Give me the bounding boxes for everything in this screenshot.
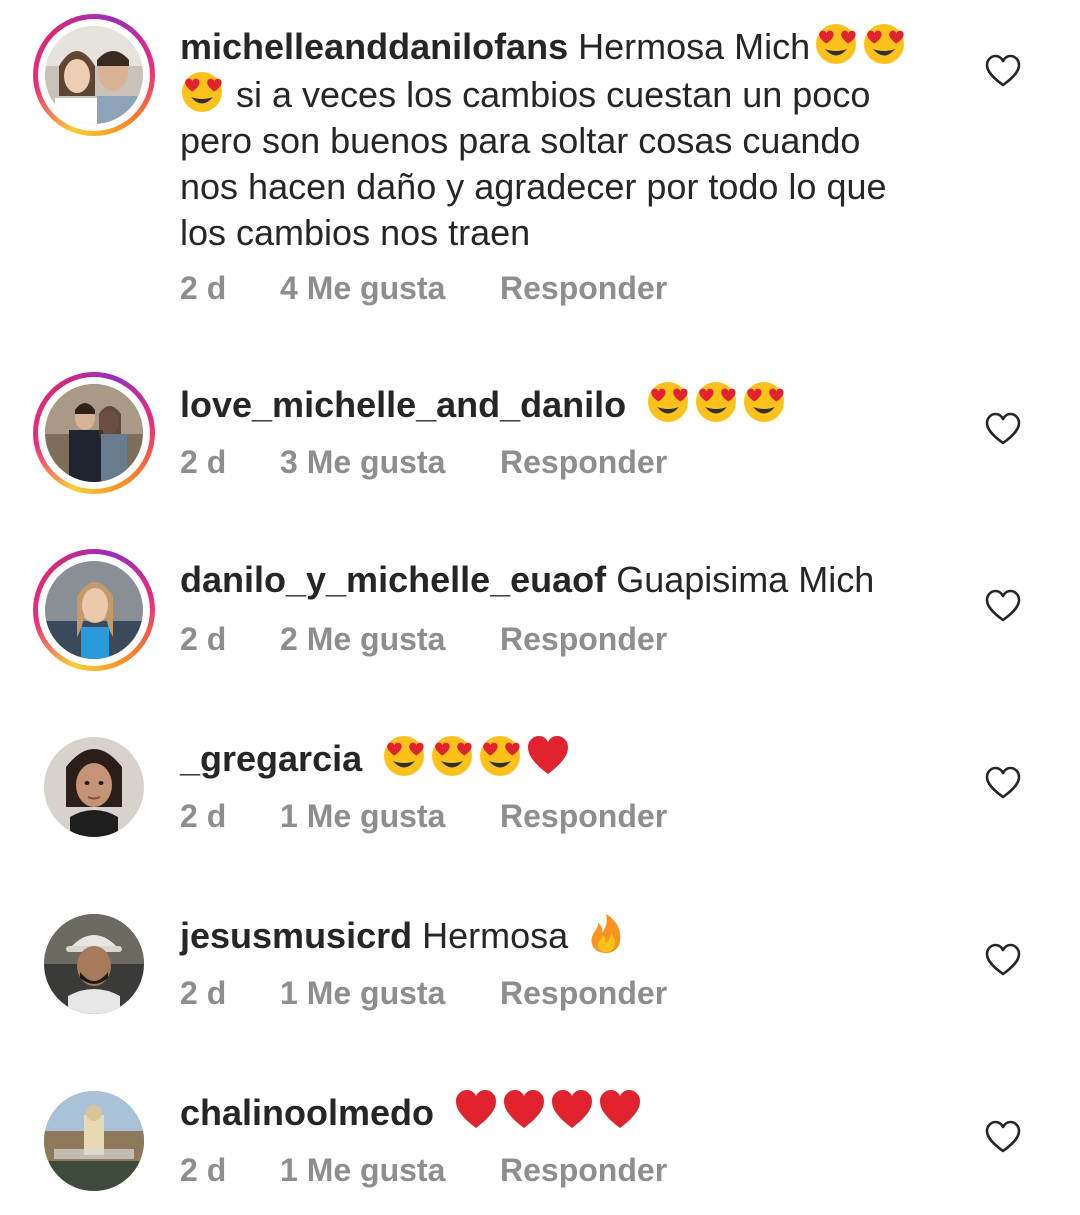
avatar-wrapper[interactable] [33, 726, 155, 848]
comment-likes-count[interactable]: 1 Me gusta [280, 798, 445, 835]
comment-username[interactable]: chalinoolmedo [180, 1092, 434, 1133]
reply-button[interactable]: Responder [500, 621, 667, 658]
avatar[interactable] [45, 384, 143, 482]
avatar[interactable] [44, 1091, 144, 1191]
comment-body-line: si a veces los cambios cuestan un poco [236, 74, 871, 115]
red-heart-emoji [598, 1088, 642, 1132]
avatar-story-ring[interactable] [33, 372, 155, 494]
reply-button[interactable]: Responder [500, 798, 667, 835]
comment-likes-count[interactable]: 1 Me gusta [280, 1152, 445, 1189]
heart-eyes-emoji [862, 22, 906, 66]
comment-body-line: pero son buenos para soltar cosas cuando [180, 120, 861, 161]
avatar-story-ring[interactable] [33, 14, 155, 136]
comment-username[interactable]: love_michelle_and_danilo [180, 384, 626, 425]
comment-body-line: nos hacen daño y agradecer por todo lo q… [180, 166, 887, 207]
like-heart-icon[interactable] [985, 943, 1021, 977]
heart-eyes-emoji [646, 380, 690, 424]
red-heart-emoji [502, 1088, 546, 1132]
comment-body-line: Hermosa Mich [578, 26, 811, 67]
comment-text: chalinoolmedo [180, 1088, 950, 1136]
comment-username[interactable]: _gregarcia [180, 738, 362, 779]
like-heart-icon[interactable] [985, 1120, 1021, 1154]
comment-likes-count[interactable]: 4 Me gusta [280, 270, 445, 307]
fire-emoji [584, 911, 628, 955]
reply-button[interactable]: Responder [500, 444, 667, 481]
avatar-wrapper[interactable] [33, 903, 155, 1025]
like-heart-icon[interactable] [985, 412, 1021, 446]
avatar-wrapper[interactable] [33, 1080, 155, 1202]
comment-text: _gregarcia [180, 734, 950, 782]
comment-timestamp: 2 d [180, 975, 227, 1011]
comment-timestamp: 2 d [180, 621, 227, 657]
comment-text: danilo_y_michelle_euaof Guapisima Mich [180, 557, 950, 603]
comment-likes-count[interactable]: 3 Me gusta [280, 444, 445, 481]
heart-eyes-emoji [430, 734, 474, 778]
comment-body: Guapisima Mich [616, 559, 875, 600]
reply-button[interactable]: Responder [500, 975, 667, 1012]
reply-button[interactable]: Responder [500, 1152, 667, 1189]
heart-eyes-emoji [382, 734, 426, 778]
comment-timestamp: 2 d [180, 1152, 227, 1188]
comment-timestamp: 2 d [180, 444, 227, 480]
avatar-story-ring[interactable] [33, 549, 155, 671]
red-heart-emoji [526, 734, 570, 778]
comment-text: love_michelle_and_danilo [180, 380, 950, 428]
avatar[interactable] [45, 561, 143, 659]
comment-timestamp: 2 d [180, 270, 227, 306]
red-heart-emoji [550, 1088, 594, 1132]
comment-username[interactable]: michelleanddanilofans [180, 26, 568, 67]
avatar[interactable] [45, 26, 143, 124]
heart-eyes-emoji [180, 70, 224, 114]
heart-eyes-emoji [742, 380, 786, 424]
comment-username[interactable]: danilo_y_michelle_euaof [180, 559, 606, 600]
comment-text: jesusmusicrd Hermosa [180, 911, 950, 959]
avatar[interactable] [44, 914, 144, 1014]
comment-likes-count[interactable]: 2 Me gusta [280, 621, 445, 658]
heart-eyes-emoji [694, 380, 738, 424]
like-heart-icon[interactable] [985, 54, 1021, 88]
avatar[interactable] [44, 737, 144, 837]
reply-button[interactable]: Responder [500, 270, 667, 307]
like-heart-icon[interactable] [985, 589, 1021, 623]
comment-username[interactable]: jesusmusicrd [180, 915, 412, 956]
like-heart-icon[interactable] [985, 766, 1021, 800]
heart-eyes-emoji [814, 22, 858, 66]
comment-timestamp: 2 d [180, 798, 227, 834]
comment-text: michelleanddanilofans Hermosa Mich si a … [180, 22, 950, 256]
heart-eyes-emoji [478, 734, 522, 778]
red-heart-emoji [454, 1088, 498, 1132]
comment-body-line: los cambios nos traen [180, 212, 531, 253]
comment-likes-count[interactable]: 1 Me gusta [280, 975, 445, 1012]
comment-body: Hermosa [422, 915, 569, 956]
